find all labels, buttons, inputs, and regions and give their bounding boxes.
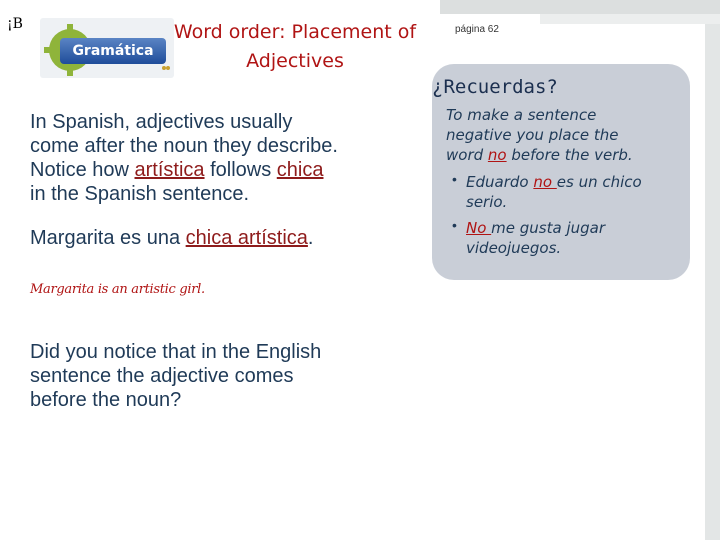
example-period: . [307,227,314,249]
bullet-1-keyword: no [533,173,557,191]
intro-paragraph: In Spanish, adjectives usually come afte… [30,110,430,206]
intro-line-2: come after the noun they describe. [30,135,338,157]
question-paragraph: Did you notice that in the English sente… [30,340,420,412]
bullet-1-text-a: Eduardo [466,173,534,191]
callout-title: ¿Recuerdas? [432,76,558,98]
keyword-chica: chica [276,159,324,181]
bullet-2-keyword: No [466,219,492,237]
slide-title: Word order: Placement of Adjectives [160,18,430,76]
logo-label: Gramática [60,38,166,64]
callout-line-3: word no before the verb. [446,145,686,165]
top-edge-strip [440,0,720,14]
keyword-no: no [487,146,507,164]
question-line-2: sentence the adjective comes [30,365,294,387]
intro-line-3: Notice how artística follows chica [30,158,430,182]
callout-intro: To make a sentence negative you place th… [446,105,686,165]
gramatica-logo: Gramática [40,18,174,78]
title-line-1: Word order: Placement of [173,21,417,43]
example-text-a: Margarita es una [30,227,186,249]
right-edge-bar [705,0,720,540]
callout-bullet-1: Eduardo no es un chico serio. [466,172,686,212]
question-line-3: before the noun? [30,389,182,411]
callout-bullet-2: No me gusta jugar videojuegos. [466,218,686,258]
callout-line-1: To make a sentence [446,106,597,124]
bullet-icon: • [452,171,457,187]
callout-line-2: negative you place the [446,126,619,144]
example-sentence: Margarita es una chica artística. [30,226,430,250]
page-reference: página 62 [455,24,499,35]
callout-line-3-text-a: word [446,146,488,164]
bullet-icon: • [452,217,457,233]
slide-mark: ¡B [7,16,23,32]
keyword-artistica: artística [134,159,205,181]
intro-line-1: In Spanish, adjectives usually [30,111,293,133]
intro-line-3-text-a: Notice how [30,159,135,181]
question-line-1: Did you notice that in the English [30,341,322,363]
english-translation: Margarita is an artistic girl. [30,282,205,297]
example-noun-adjective: chica artística [185,227,308,249]
callout-line-3-text-b: before the verb. [506,146,633,164]
intro-line-4: in the Spanish sentence. [30,183,250,205]
top-edge-strip-secondary [540,14,720,24]
intro-line-3-text-b: follows [204,159,277,181]
title-line-2: Adjectives [246,50,344,72]
